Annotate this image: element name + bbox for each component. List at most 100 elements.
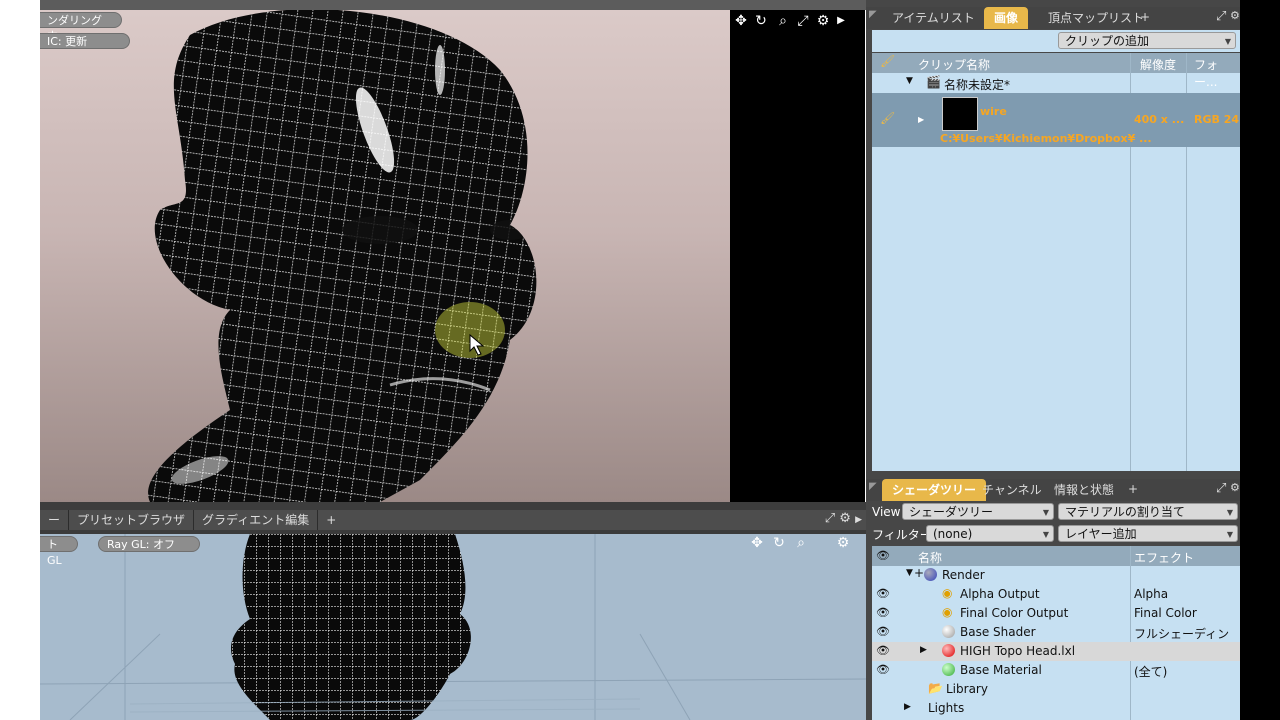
shader-row-effect: Final Color xyxy=(1134,606,1197,620)
shader-tree-list: 👁 名称 エフェクト ▼ + Render 👁 ◉ Alpha Output A… xyxy=(872,546,1240,720)
clip-group-name: 名称未設定* xyxy=(944,78,1011,92)
clip-row-selected[interactable]: 🖌 ▶ wire 400 x ... RGB 24 C:¥Users¥Kichi… xyxy=(872,93,1240,147)
add-tab-button[interactable]: + xyxy=(1140,10,1150,24)
tab-preset-browser[interactable]: プリセットブラウザ xyxy=(69,510,195,530)
eye-icon[interactable]: 👁 xyxy=(876,625,890,638)
shader-panel-tabbar: ◤ シェーダツリー チャンネル 情報と状態 + ⤢ ⚙ xyxy=(866,479,1240,501)
expand-down-icon[interactable]: ▼ xyxy=(906,568,913,578)
shader-row-name: Alpha Output xyxy=(960,587,1040,601)
shader-row-final-color-output[interactable]: 👁 ◉ Final Color Output Final Color xyxy=(872,604,1240,623)
assign-material-dropdown[interactable]: マテリアルの割り当て xyxy=(1058,503,1238,521)
eye-icon[interactable]: 👁 xyxy=(876,663,890,676)
ray-gl-button[interactable]: Ray GL: オフ xyxy=(98,536,200,552)
output-icon: ◉ xyxy=(942,605,953,619)
plus-icon: + xyxy=(914,566,925,580)
add-layer-dropdown[interactable]: レイヤー追加 xyxy=(1058,525,1238,543)
viewport-top-frame xyxy=(40,0,866,10)
render-sphere-icon xyxy=(924,568,937,581)
tab-item-list[interactable]: アイテムリスト xyxy=(882,7,985,29)
shader-row-name: Render xyxy=(942,568,985,582)
expand-right-icon[interactable]: ▶ xyxy=(920,645,927,655)
gear-icon[interactable]: ⚙ xyxy=(814,12,832,30)
clip-table-header: 🖌 クリップ名称 解像度 フォー... xyxy=(872,53,1240,89)
brush-icon: 🖌 xyxy=(880,54,896,68)
expand-right-icon[interactable]: ▶ xyxy=(918,115,924,124)
tab-tools: ⤢ ⚙ ▶ xyxy=(825,511,862,526)
add-tab-button[interactable]: + xyxy=(318,510,344,530)
clip-name: wire xyxy=(980,105,1007,118)
column-clip-name[interactable]: クリップ名称 xyxy=(918,56,990,73)
zoom-icon[interactable]: ⌕ xyxy=(792,534,810,552)
zoom-icon[interactable]: ⌕ xyxy=(774,12,792,30)
shader-row-material-group[interactable]: 👁 ▶ HIGH Topo Head.lxl xyxy=(872,642,1240,661)
column-effect[interactable]: エフェクト xyxy=(1134,549,1194,566)
shader-row-base-material[interactable]: 👁 Base Material (全て) xyxy=(872,661,1240,680)
rendering-status-button[interactable]: ンダリング中... xyxy=(40,12,122,43)
panel-corner-icon: ◤ xyxy=(869,9,877,20)
image-panel-tabbar: ◤ アイテムリスト 画像 頂点マップリスト + ⤢ ⚙ xyxy=(866,7,1240,29)
clip-thumbnail xyxy=(942,97,978,131)
output-icon: ◉ xyxy=(942,586,953,600)
shader-row-lights[interactable]: ▶ Lights xyxy=(872,699,1240,718)
panel-corner-icon: ◤ xyxy=(869,481,877,492)
tab-channel[interactable]: チャンネル xyxy=(972,479,1052,501)
gear-icon[interactable]: ⚙ xyxy=(1230,481,1240,494)
clip-add-dropdown[interactable]: クリップの追加 xyxy=(1058,32,1236,50)
shader-row-render[interactable]: ▼ + Render xyxy=(872,566,1240,585)
viewport-3d-bottom[interactable]: ト GL Ray GL: オフ ✥ ↻ ⌕ ⚙ xyxy=(40,534,866,720)
add-tab-button[interactable]: + xyxy=(1128,482,1138,496)
left-margin xyxy=(0,0,40,720)
view-dropdown[interactable]: シェーダツリー xyxy=(902,503,1054,521)
expand-down-icon[interactable]: ▼ xyxy=(906,76,913,86)
shader-table-header: 👁 名称 エフェクト xyxy=(872,546,1240,566)
tab-info-status[interactable]: 情報と状態 xyxy=(1044,479,1124,501)
shader-controls: View シェーダツリー マテリアルの割り当て フィルター (none) レイヤ… xyxy=(872,501,1240,545)
material-group-icon xyxy=(942,644,955,657)
expand-right-icon[interactable]: ▶ xyxy=(904,702,911,712)
move-icon[interactable]: ✥ xyxy=(748,534,766,552)
tab-gradient-editor[interactable]: グラディエント編集 xyxy=(194,510,319,530)
maximize-icon[interactable]: ⤢ xyxy=(825,511,835,526)
rotate-icon[interactable]: ↻ xyxy=(770,534,788,552)
tab-partial[interactable]: ー xyxy=(40,510,70,530)
shader-row-alpha-output[interactable]: 👁 ◉ Alpha Output Alpha xyxy=(872,585,1240,604)
viewport-top-sidebar: ✥ ↻ ⌕ ⤢ ⚙ ▶ xyxy=(730,10,865,502)
arrow-right-icon[interactable]: ▶ xyxy=(855,515,862,525)
rotate-icon[interactable]: ↻ xyxy=(752,12,770,30)
maximize-icon[interactable]: ⤢ xyxy=(794,12,812,30)
viewport-bottom-tabbar: ー プリセットブラウザ グラディエント編集 + ⤢ ⚙ ▶ xyxy=(40,510,866,530)
gear-icon[interactable]: ⚙ xyxy=(1230,9,1240,22)
gl-mode-button[interactable]: ト GL xyxy=(40,536,78,567)
clip-group-row[interactable]: ▼ 🎬 名称未設定* xyxy=(872,73,1240,93)
maximize-icon[interactable]: ⤢ xyxy=(1216,9,1226,24)
maximize-icon[interactable]: ⤢ xyxy=(1216,481,1226,496)
eye-icon[interactable]: 👁 xyxy=(876,587,890,600)
eye-icon[interactable]: 👁 xyxy=(876,644,890,657)
filter-dropdown[interactable]: (none) xyxy=(926,525,1054,543)
clip-toolbar: クリップの追加 xyxy=(872,30,1240,52)
shader-row-base-shader[interactable]: 👁 Base Shader フルシェーディング xyxy=(872,623,1240,658)
filter-label: フィルター xyxy=(872,528,932,542)
head-wireframe-perspective xyxy=(40,534,866,720)
view-label: View xyxy=(872,505,901,519)
column-name[interactable]: 名称 xyxy=(918,549,942,566)
gear-icon[interactable]: ⚙ xyxy=(839,511,851,526)
tab-vertex-map-list[interactable]: 頂点マップリスト xyxy=(1038,7,1154,29)
column-resolution[interactable]: 解像度 xyxy=(1140,56,1176,73)
tab-shader-tree[interactable]: シェーダツリー xyxy=(882,479,987,501)
eye-icon[interactable]: 👁 xyxy=(876,606,890,619)
arrow-right-icon[interactable]: ▶ xyxy=(832,12,850,30)
ic-update-button[interactable]: IC: 更新 xyxy=(40,33,130,49)
eye-icon: 👁 xyxy=(876,549,890,562)
brush-icon: 🖌 xyxy=(880,111,896,125)
move-icon[interactable]: ✥ xyxy=(732,12,750,30)
gear-icon[interactable]: ⚙ xyxy=(834,534,852,552)
shader-row-library[interactable]: 📂 Library xyxy=(872,680,1240,699)
horizontal-splitter[interactable] xyxy=(40,502,866,510)
shader-row-name: Final Color Output xyxy=(960,606,1069,620)
tab-image[interactable]: 画像 xyxy=(984,7,1029,29)
clip-format: RGB 24 xyxy=(1194,113,1240,126)
right-panel: ◤ アイテムリスト 画像 頂点マップリスト + ⤢ ⚙ クリップの追加 🖌 クリ… xyxy=(866,0,1240,720)
viewport-3d-top[interactable]: ンダリング中... IC: 更新 xyxy=(40,10,730,502)
clip-path: C:¥Users¥Kichiemon¥Dropbox¥ ... xyxy=(940,132,1152,145)
